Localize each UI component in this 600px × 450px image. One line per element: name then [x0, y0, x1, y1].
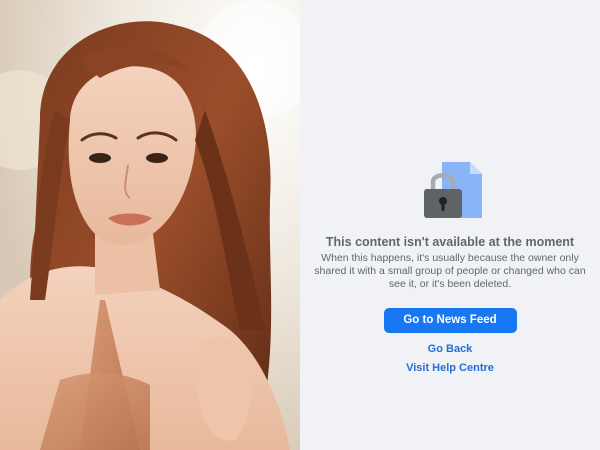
lock-illustration	[420, 160, 484, 227]
visit-help-centre-link[interactable]: Visit Help Centre	[300, 362, 600, 374]
locked-document-icon	[424, 162, 482, 218]
profile-photo	[0, 0, 300, 450]
unavailable-message: This content isn't available at the mome…	[300, 232, 600, 374]
woman-portrait-image	[0, 0, 300, 450]
go-back-link[interactable]: Go Back	[300, 343, 600, 355]
screenshot-root: This content isn't available at the mome…	[0, 0, 600, 450]
error-title: This content isn't available at the mome…	[325, 235, 575, 249]
go-to-news-feed-button[interactable]: Go to News Feed	[383, 308, 517, 333]
error-description: When this happens, it's usually because …	[314, 252, 586, 290]
